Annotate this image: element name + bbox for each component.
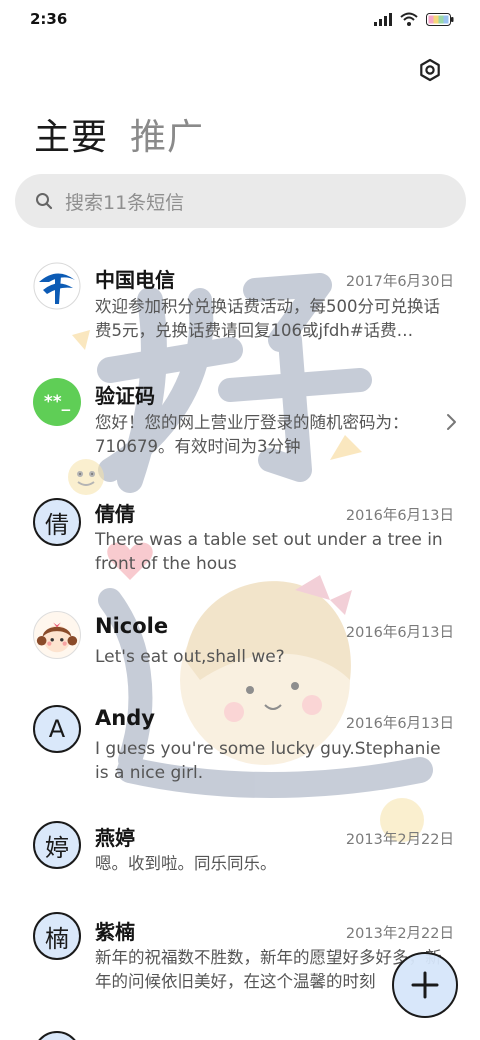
- contact-avatar: A: [33, 705, 81, 753]
- signal-icon: [374, 12, 392, 26]
- search-placeholder: 搜索11条短信: [65, 191, 185, 214]
- tab-promotions[interactable]: 推广: [130, 108, 204, 160]
- chevron-right-icon: [447, 414, 456, 430]
- sender-name: 中国电信: [95, 268, 175, 292]
- message-date: 2013年2月22日: [345, 832, 454, 848]
- message-preview: 您好！您的网上营业厅登录的随机密码为：710679。有效时间为3分钟: [95, 413, 409, 456]
- message-date: 2016年6月13日: [345, 716, 454, 732]
- china-telecom-logo-icon: [33, 262, 81, 310]
- status-icons: [374, 12, 454, 26]
- contact-avatar: 婷: [33, 821, 81, 869]
- message-row[interactable]: Nicole 2016年6月13日 Let's eat out,shall we…: [0, 606, 480, 696]
- sender-name: Andy: [95, 706, 155, 730]
- search-input[interactable]: 搜索11条短信: [15, 174, 466, 228]
- sender-name: 燕婷: [95, 826, 135, 850]
- tab-main[interactable]: 主要: [34, 108, 108, 160]
- message-row[interactable]: 婷 燕婷 2013年2月22日 嗯。收到啦。同乐同乐。: [0, 818, 480, 908]
- china-telecom-logo-avatar: [33, 262, 81, 310]
- new-message-button[interactable]: [392, 952, 458, 1018]
- message-date: 2013年2月22日: [345, 926, 454, 942]
- sender-name: 倩倩: [95, 502, 135, 526]
- battery-icon: [426, 12, 454, 26]
- tab-bar: 主要 推广: [34, 108, 204, 160]
- settings-button[interactable]: [414, 54, 446, 86]
- contact-avatar: [33, 1031, 81, 1040]
- sender-name: Nicole: [95, 614, 169, 638]
- message-date: 2016年6月13日: [345, 625, 454, 641]
- message-date: 2016年6月13日: [345, 508, 454, 524]
- status-time: 2:36: [30, 10, 68, 28]
- search-icon: [36, 193, 53, 210]
- verification-avatar: **_: [33, 378, 81, 426]
- message-row[interactable]: **_ 验证码 您好！您的网上营业厅登录的随机密码为：710679。有效时间为3…: [0, 368, 480, 468]
- contact-avatar: 倩: [33, 498, 81, 546]
- sender-name: 验证码: [95, 384, 155, 408]
- verification-avatar-text: **_: [43, 392, 71, 412]
- status-bar: 2:36: [0, 0, 480, 42]
- message-preview: 欢迎参加积分兑换话费活动，每500分可兑换话费5元，兑换话费请回复106或jfd…: [95, 297, 440, 340]
- wifi-icon: [400, 12, 418, 26]
- message-preview: 嗯。收到啦。同乐同乐。: [95, 854, 277, 873]
- sender-name: 紫楠: [95, 920, 135, 944]
- contact-avatar: 楠: [33, 912, 81, 960]
- message-preview: I guess you're some lucky guy.Stephanie …: [95, 739, 441, 783]
- message-row[interactable]: 倩 倩倩 2016年6月13日 There was a table set ou…: [0, 488, 480, 588]
- message-preview: There was a table set out under a tree i…: [95, 530, 443, 574]
- girl-avatar: [33, 611, 81, 659]
- gear-icon: [420, 58, 440, 82]
- girl-avatar-icon: [36, 622, 78, 653]
- message-row[interactable]: 中国电信 2017年6月30日 欢迎参加积分兑换话费活动，每500分可兑换话费5…: [0, 250, 480, 350]
- message-row[interactable]: [0, 1028, 480, 1040]
- message-date: 2017年6月30日: [345, 274, 454, 290]
- message-preview: Let's eat out,shall we?: [95, 647, 285, 667]
- plus-icon: [411, 971, 439, 999]
- message-row[interactable]: A Andy 2016年6月13日 I guess you're some lu…: [0, 702, 480, 802]
